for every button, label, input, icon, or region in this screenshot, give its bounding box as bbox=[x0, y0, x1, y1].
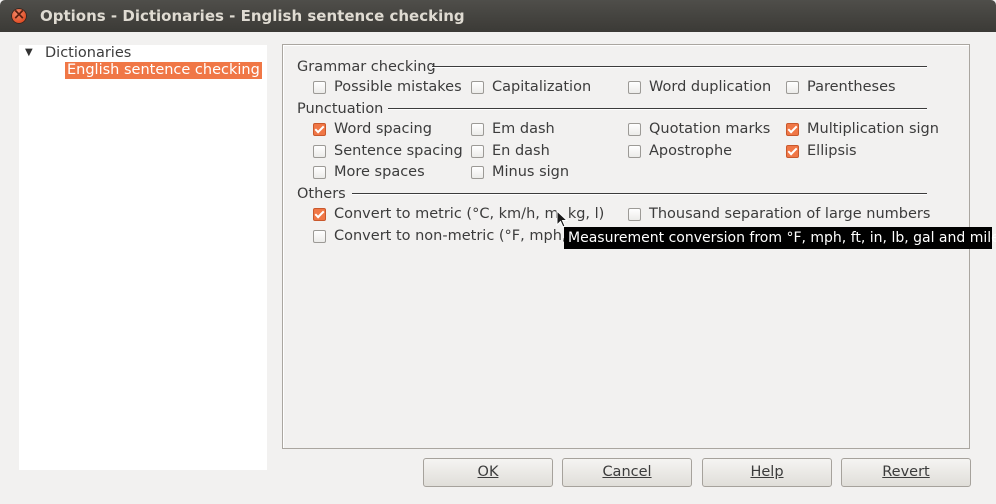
revert-button[interactable]: Revert bbox=[841, 458, 971, 487]
checkbox-box[interactable] bbox=[786, 80, 799, 94]
mouse-pointer-icon bbox=[556, 210, 568, 228]
checkbox-label: Multiplication sign bbox=[807, 121, 939, 137]
checkbox-box[interactable] bbox=[313, 229, 326, 243]
help-button[interactable]: Help bbox=[702, 458, 832, 487]
checkbox-em-dash[interactable]: Em dash bbox=[471, 121, 555, 137]
checkbox-box[interactable] bbox=[471, 144, 484, 158]
checkbox-label: Apostrophe bbox=[649, 143, 733, 159]
checkbox-parentheses[interactable]: Parentheses bbox=[786, 79, 896, 95]
section-punctuation: Punctuation bbox=[297, 101, 384, 117]
checkbox-box[interactable] bbox=[313, 165, 326, 179]
checkbox-box[interactable] bbox=[471, 122, 484, 136]
tree-item-dictionaries[interactable]: Dictionaries bbox=[45, 45, 131, 61]
checkbox-multiplication-sign[interactable]: Multiplication sign bbox=[786, 121, 939, 137]
section-others: Others bbox=[297, 186, 346, 202]
checkbox-box[interactable] bbox=[471, 165, 484, 179]
checkbox-box[interactable] bbox=[628, 207, 641, 221]
checkbox-label: Thousand separation of large numbers bbox=[649, 206, 931, 222]
checkbox-box[interactable] bbox=[628, 122, 641, 136]
button-label: Cancel bbox=[602, 464, 652, 480]
checkbox-convert-to-non-metric[interactable]: Convert to non-metric (°F, mph, ft bbox=[313, 228, 582, 244]
tooltip: Measurement conversion from °F, mph, ft,… bbox=[564, 227, 996, 249]
button-label: Help bbox=[750, 464, 784, 480]
checkbox-word-spacing[interactable]: Word spacing bbox=[313, 121, 432, 137]
checkbox-label: Word spacing bbox=[334, 121, 432, 137]
checkbox-label: Capitalization bbox=[492, 79, 592, 95]
checkbox-word-duplication[interactable]: Word duplication bbox=[628, 79, 771, 95]
checkbox-box[interactable] bbox=[628, 144, 641, 158]
checkbox-capitalization[interactable]: Capitalization bbox=[471, 79, 591, 95]
checkbox-label: Minus sign bbox=[492, 164, 570, 180]
checkbox-ellipsis[interactable]: Ellipsis bbox=[786, 143, 857, 159]
checkbox-label: Convert to non-metric (°F, mph, ft bbox=[334, 228, 582, 244]
ok-button[interactable]: OK bbox=[423, 458, 553, 487]
checkbox-box-checked[interactable] bbox=[786, 122, 799, 136]
window-title: Options - Dictionaries - English sentenc… bbox=[40, 7, 465, 25]
checkbox-label: Sentence spacing bbox=[334, 143, 463, 159]
checkbox-thousand-separation[interactable]: Thousand separation of large numbers bbox=[628, 206, 930, 222]
checkbox-minus-sign[interactable]: Minus sign bbox=[471, 164, 569, 180]
expand-triangle-icon[interactable]: ▼ bbox=[25, 47, 33, 58]
checkbox-more-spaces[interactable]: More spaces bbox=[313, 164, 425, 180]
checkbox-label: Ellipsis bbox=[807, 143, 857, 159]
button-label: OK bbox=[477, 464, 499, 480]
checkbox-label: Quotation marks bbox=[649, 121, 771, 137]
checkbox-label: Word duplication bbox=[649, 79, 772, 95]
checkbox-box-checked[interactable] bbox=[313, 207, 326, 221]
section-grammar-checking: Grammar checking bbox=[297, 59, 436, 75]
options-tree: ▼ Dictionaries English sentence checking bbox=[19, 45, 267, 470]
checkbox-box[interactable] bbox=[313, 144, 326, 158]
section-divider bbox=[352, 193, 927, 195]
checkbox-en-dash[interactable]: En dash bbox=[471, 143, 550, 159]
checkbox-label: Parentheses bbox=[807, 79, 896, 95]
checkbox-box[interactable] bbox=[628, 80, 641, 94]
close-icon[interactable] bbox=[11, 5, 27, 24]
checkbox-label: En dash bbox=[492, 143, 550, 159]
checkbox-apostrophe[interactable]: Apostrophe bbox=[628, 143, 732, 159]
cancel-button[interactable]: Cancel bbox=[562, 458, 692, 487]
checkbox-box[interactable] bbox=[471, 80, 484, 94]
checkbox-sentence-spacing[interactable]: Sentence spacing bbox=[313, 143, 463, 159]
window-titlebar: Options - Dictionaries - English sentenc… bbox=[0, 0, 996, 32]
tree-item-english-sentence-checking[interactable]: English sentence checking bbox=[65, 62, 262, 79]
checkbox-label: Em dash bbox=[492, 121, 555, 137]
checkbox-label: Possible mistakes bbox=[334, 79, 462, 95]
checkbox-box-checked[interactable] bbox=[313, 122, 326, 136]
checkbox-possible-mistakes[interactable]: Possible mistakes bbox=[313, 79, 462, 95]
checkbox-quotation-marks[interactable]: Quotation marks bbox=[628, 121, 770, 137]
button-label: Revert bbox=[882, 464, 930, 480]
checkbox-label: More spaces bbox=[334, 164, 425, 180]
section-divider bbox=[388, 108, 927, 110]
section-divider bbox=[432, 66, 927, 68]
checkbox-box[interactable] bbox=[313, 80, 326, 94]
checkbox-box-checked[interactable] bbox=[786, 144, 799, 158]
